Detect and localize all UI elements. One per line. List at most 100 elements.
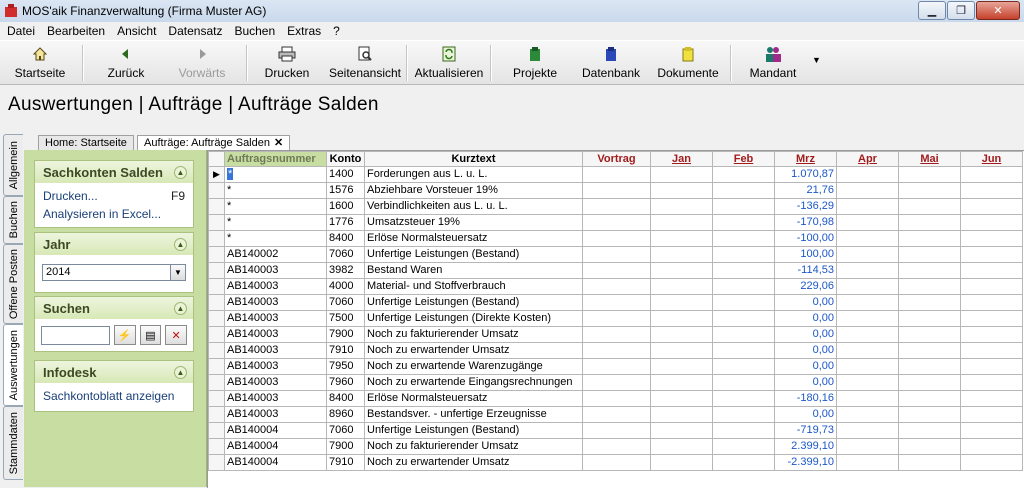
table-cell[interactable]: 0,00 xyxy=(774,374,837,391)
table-cell[interactable] xyxy=(712,166,775,183)
table-cell[interactable]: 7900 xyxy=(326,326,365,343)
table-cell[interactable] xyxy=(898,182,961,199)
table-cell[interactable] xyxy=(960,454,1023,471)
table-cell[interactable]: 7910 xyxy=(326,454,365,471)
table-cell[interactable] xyxy=(582,342,651,359)
table-cell[interactable] xyxy=(650,422,713,439)
column-header-mai[interactable]: Mai xyxy=(898,151,961,167)
table-cell[interactable] xyxy=(960,230,1023,247)
table-cell[interactable] xyxy=(712,406,775,423)
table-cell[interactable] xyxy=(898,342,961,359)
table-cell[interactable]: 8400 xyxy=(326,230,365,247)
table-cell[interactable] xyxy=(898,214,961,231)
table-cell[interactable] xyxy=(836,326,899,343)
row-indicator[interactable]: ▶ xyxy=(208,166,225,183)
table-cell[interactable] xyxy=(960,406,1023,423)
table-cell[interactable] xyxy=(712,342,775,359)
table-cell[interactable]: Noch zu fakturierender Umsatz xyxy=(364,326,583,343)
table-cell[interactable]: 0,00 xyxy=(774,326,837,343)
table-cell[interactable] xyxy=(582,246,651,263)
table-cell[interactable] xyxy=(582,438,651,455)
table-cell[interactable]: AB140002 xyxy=(224,246,327,263)
table-cell[interactable]: AB140004 xyxy=(224,438,327,455)
row-indicator[interactable] xyxy=(208,438,225,455)
table-cell[interactable]: Bestandsver. - unfertige Erzeugnisse xyxy=(364,406,583,423)
column-header-jun[interactable]: Jun xyxy=(960,151,1023,167)
row-indicator[interactable] xyxy=(208,310,225,327)
table-row[interactable]: ▶ * 1400 Forderungen aus L. u. L. 1.070,87 xyxy=(208,166,1023,183)
table-row[interactable]: * 1600 Verbindlichkeiten aus L. u. L. -136,… xyxy=(208,198,1023,215)
table-cell[interactable] xyxy=(712,310,775,327)
table-cell[interactable]: -180,16 xyxy=(774,390,837,407)
table-cell[interactable]: 3982 xyxy=(326,262,365,279)
table-cell[interactable]: -136,29 xyxy=(774,198,837,215)
table-row[interactable]: AB140004 7910 Noch zu erwartender Umsatz -2… xyxy=(208,454,1023,471)
table-cell[interactable]: Unfertige Leistungen (Bestand) xyxy=(364,422,583,439)
row-indicator[interactable] xyxy=(208,374,225,391)
table-cell[interactable]: Unfertige Leistungen (Bestand) xyxy=(364,246,583,263)
row-indicator[interactable] xyxy=(208,406,225,423)
table-cell[interactable] xyxy=(650,198,713,215)
row-indicator[interactable] xyxy=(208,182,225,199)
row-indicator[interactable] xyxy=(208,246,225,263)
table-cell[interactable] xyxy=(650,406,713,423)
table-cell[interactable]: 1400 xyxy=(326,166,365,183)
table-cell[interactable]: AB140003 xyxy=(224,342,327,359)
table-cell[interactable]: Verbindlichkeiten aus L. u. L. xyxy=(364,198,583,215)
table-cell[interactable] xyxy=(836,182,899,199)
table-cell[interactable] xyxy=(960,246,1023,263)
table-cell[interactable]: -719,73 xyxy=(774,422,837,439)
table-cell[interactable] xyxy=(712,438,775,455)
table-cell[interactable] xyxy=(582,278,651,295)
table-cell[interactable]: 1600 xyxy=(326,198,365,215)
table-cell[interactable] xyxy=(712,230,775,247)
table-cell[interactable]: * xyxy=(224,198,327,215)
table-cell[interactable] xyxy=(712,294,775,311)
table-cell[interactable] xyxy=(960,374,1023,391)
collapse-icon[interactable]: ▲ xyxy=(174,165,187,179)
table-cell[interactable]: -114,53 xyxy=(774,262,837,279)
table-cell[interactable] xyxy=(582,310,651,327)
table-cell[interactable] xyxy=(650,278,713,295)
column-header-auftragsnummer[interactable]: Auftragsnummer xyxy=(224,151,327,167)
table-cell[interactable] xyxy=(898,406,961,423)
table-cell[interactable] xyxy=(712,374,775,391)
table-cell[interactable]: -170,98 xyxy=(774,214,837,231)
menu-buchen[interactable]: Buchen xyxy=(228,24,281,38)
table-cell[interactable]: 100,00 xyxy=(774,246,837,263)
collapse-icon[interactable]: ▲ xyxy=(174,237,187,251)
table-cell[interactable]: 7910 xyxy=(326,342,365,359)
row-indicator[interactable] xyxy=(208,214,225,231)
table-cell[interactable]: 7500 xyxy=(326,310,365,327)
aktualisieren-button[interactable]: Aktualisieren xyxy=(414,43,484,81)
table-cell[interactable] xyxy=(650,342,713,359)
table-cell[interactable]: * xyxy=(224,182,327,199)
table-cell[interactable] xyxy=(836,358,899,375)
column-header-vortrag[interactable]: Vortrag xyxy=(582,151,651,167)
table-cell[interactable] xyxy=(836,214,899,231)
table-cell[interactable]: 7060 xyxy=(326,246,365,263)
table-cell[interactable] xyxy=(712,454,775,471)
collapse-icon[interactable]: ▲ xyxy=(174,365,187,379)
table-cell[interactable] xyxy=(960,166,1023,183)
table-cell[interactable] xyxy=(898,166,961,183)
table-cell[interactable]: * xyxy=(224,214,327,231)
projekte-button[interactable]: Projekte xyxy=(510,43,560,81)
table-cell[interactable]: 8400 xyxy=(326,390,365,407)
table-row[interactable]: AB140003 4000 Material- und Stoffverbrauch… xyxy=(208,278,1023,295)
table-cell[interactable] xyxy=(960,294,1023,311)
table-cell[interactable] xyxy=(898,246,961,263)
table-cell[interactable] xyxy=(898,310,961,327)
close-window-button[interactable]: ✕ xyxy=(976,1,1020,20)
table-cell[interactable]: 8960 xyxy=(326,406,365,423)
table-row[interactable]: * 1776 Umsatzsteuer 19% -170,98 xyxy=(208,214,1023,231)
table-cell[interactable] xyxy=(650,358,713,375)
table-cell[interactable] xyxy=(836,454,899,471)
table-cell[interactable] xyxy=(650,246,713,263)
table-cell[interactable]: 7950 xyxy=(326,358,365,375)
seitenansicht-button[interactable]: Seitenansicht xyxy=(328,43,402,81)
table-cell[interactable] xyxy=(650,230,713,247)
table-cell[interactable] xyxy=(650,214,713,231)
table-cell[interactable]: 7060 xyxy=(326,422,365,439)
table-cell[interactable] xyxy=(712,358,775,375)
